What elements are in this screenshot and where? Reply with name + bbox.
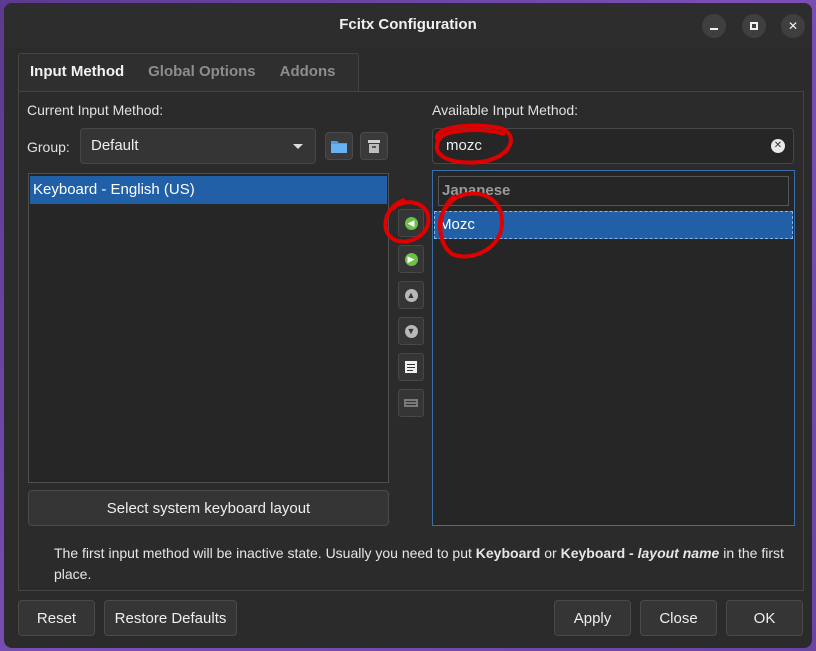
group-combobox[interactable]: Default	[80, 128, 316, 164]
apply-button[interactable]: Apply	[554, 600, 631, 636]
keyboard-layout-button[interactable]	[398, 389, 424, 417]
group-label: Group:	[27, 139, 70, 155]
fcitx-config-window: Fcitx Configuration ✕ Input Method Globa…	[4, 3, 812, 648]
close-button[interactable]: Close	[640, 600, 717, 636]
arrow-left-icon: ◀	[404, 216, 418, 230]
document-icon	[405, 361, 417, 373]
info-italic-layout-name: layout name	[637, 545, 720, 561]
tab-input-method[interactable]: Input Method	[18, 53, 136, 91]
available-input-method-label: Available Input Method:	[432, 102, 579, 118]
list-item[interactable]: Mozc	[434, 211, 793, 239]
arrow-right-icon: ▶	[404, 252, 418, 266]
folder-icon	[331, 141, 347, 153]
search-input[interactable]: mozc ✕	[432, 128, 794, 164]
titlebar: Fcitx Configuration ✕	[4, 3, 812, 47]
info-prefix: The first input method will be inactive …	[54, 545, 476, 561]
close-icon: ✕	[787, 19, 799, 33]
group-value: Default	[91, 137, 139, 154]
configure-input-method-button[interactable]	[398, 353, 424, 381]
tab-global-options[interactable]: Global Options	[136, 53, 268, 91]
keyboard-icon	[404, 399, 418, 407]
arrow-down-icon: ▼	[404, 324, 418, 338]
minimize-icon	[710, 28, 718, 30]
delete-group-button[interactable]	[360, 132, 388, 160]
info-text: The first input method will be inactive …	[54, 543, 799, 585]
available-input-method-list[interactable]: Japanese Mozc	[432, 170, 795, 526]
category-header: Japanese	[438, 176, 789, 206]
ok-button[interactable]: OK	[726, 600, 803, 636]
reset-button[interactable]: Reset	[18, 600, 95, 636]
minimize-button[interactable]	[702, 14, 726, 38]
add-group-button[interactable]	[325, 132, 353, 160]
info-bold-keyboard-dash: Keyboard -	[560, 545, 638, 561]
clear-icon[interactable]: ✕	[771, 139, 785, 153]
tab-bar: Input Method Global Options Addons	[18, 53, 347, 91]
current-input-method-label: Current Input Method:	[27, 102, 164, 118]
window-title: Fcitx Configuration	[339, 16, 477, 33]
chevron-down-icon	[293, 144, 303, 149]
maximize-icon	[750, 22, 758, 30]
tab-addons[interactable]: Addons	[268, 53, 348, 91]
search-value: mozc	[446, 137, 482, 154]
info-bold-keyboard: Keyboard	[475, 545, 541, 561]
trash-icon	[368, 140, 380, 153]
remove-input-method-button[interactable]: ▶	[398, 245, 424, 273]
select-keyboard-layout-button[interactable]: Select system keyboard layout	[28, 490, 389, 526]
move-up-button[interactable]: ▲	[398, 281, 424, 309]
restore-defaults-button[interactable]: Restore Defaults	[104, 600, 237, 636]
arrow-up-icon: ▲	[404, 288, 418, 302]
move-down-button[interactable]: ▼	[398, 317, 424, 345]
current-input-method-list[interactable]: Keyboard - English (US)	[28, 173, 389, 483]
info-mid: or	[540, 545, 561, 561]
add-input-method-button[interactable]: ◀	[398, 209, 424, 237]
list-item[interactable]: Keyboard - English (US)	[30, 176, 387, 204]
close-window-button[interactable]: ✕	[781, 14, 805, 38]
maximize-button[interactable]	[742, 14, 766, 38]
